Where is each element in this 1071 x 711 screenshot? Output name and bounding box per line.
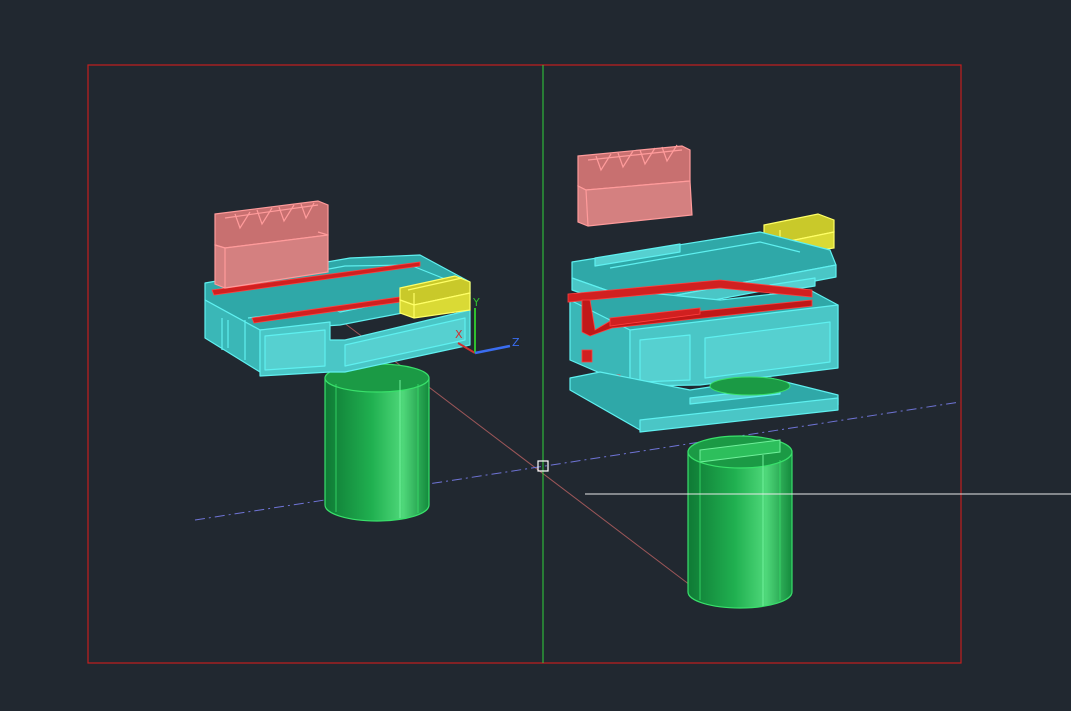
assembled-component[interactable]: X Y Z [204, 200, 520, 522]
drawing-canvas[interactable]: X Y Z [0, 0, 1071, 707]
large-connector[interactable] [214, 200, 329, 289]
ucs-x-label: X [455, 328, 463, 341]
ucs-z-label: Z [512, 336, 520, 349]
world-y-axis-line [194, 401, 961, 521]
model-space-viewport[interactable]: X Y Z [0, 0, 1071, 707]
ucs-y-label: Y [472, 296, 480, 309]
exploded-cylinder[interactable] [687, 435, 793, 609]
exploded-large-connector[interactable] [577, 144, 693, 227]
cylinder-body[interactable] [324, 363, 430, 522]
exploded-component[interactable] [567, 144, 839, 609]
